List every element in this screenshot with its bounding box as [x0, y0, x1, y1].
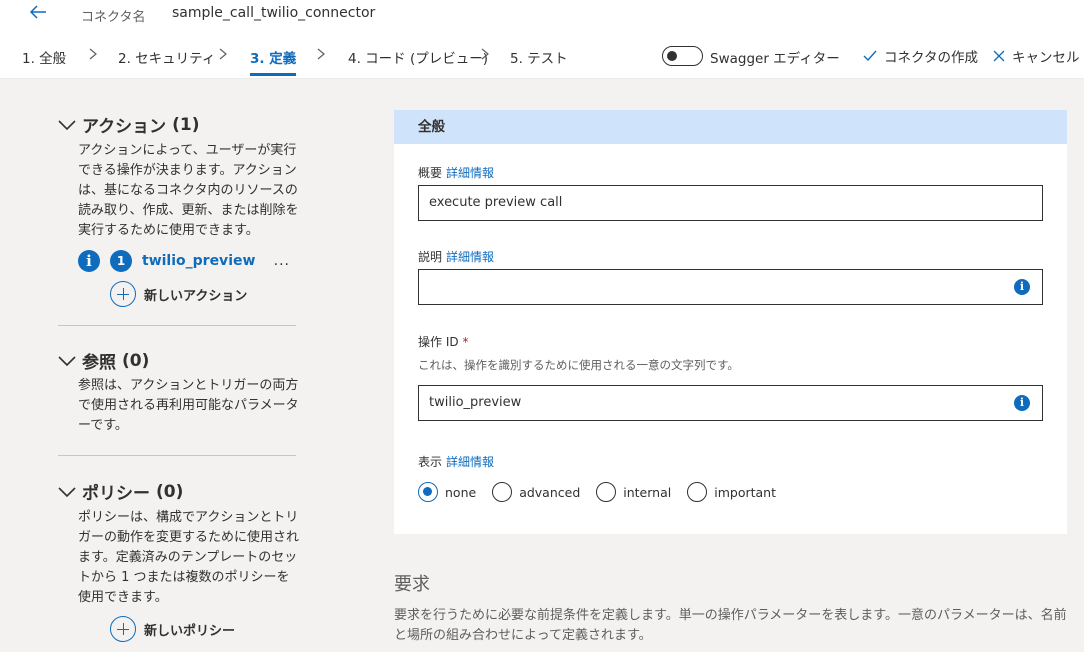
request-section-title: 要求: [394, 574, 430, 595]
references-section-header[interactable]: 参照 (0): [58, 348, 149, 373]
visibility-label-text: 表示: [418, 455, 443, 469]
swagger-editor-toggle[interactable]: [662, 46, 703, 66]
chevron-down-icon: [58, 486, 76, 497]
active-tab-indicator: [250, 73, 296, 76]
radio-selected-icon: [418, 482, 438, 502]
operation-id-label-text: 操作 ID: [418, 335, 459, 349]
action-item[interactable]: i 1 twilio_preview ...: [78, 250, 290, 272]
cancel-label: キャンセル: [1012, 50, 1080, 66]
references-count: (0): [122, 350, 150, 371]
summary-learn-more-link[interactable]: 詳細情報: [446, 166, 494, 180]
connector-name-label: コネクタ名: [81, 10, 146, 25]
general-card: 全般 概要 詳細情報 execute preview call 説明 詳細情報 i …: [394, 110, 1067, 534]
actions-description: アクションによって、ユーザーが実行できる操作が決まります。アクションは、基になる…: [78, 143, 299, 238]
tab-definition[interactable]: 3. 定義: [250, 47, 296, 67]
action-name-link[interactable]: twilio_preview: [142, 253, 255, 269]
chevron-right-icon: [89, 48, 97, 60]
new-policy-label: 新しいポリシー: [144, 623, 236, 639]
description-label: 説明 詳細情報: [418, 248, 494, 265]
radio-unselected-icon: [596, 482, 617, 502]
tab-security[interactable]: 2. セキュリティ: [118, 47, 215, 67]
policies-count: (0): [156, 481, 184, 502]
actions-section-header[interactable]: アクション (1): [58, 112, 200, 137]
references-title: 参照: [82, 353, 116, 373]
operation-id-label: 操作 ID *: [418, 333, 468, 350]
summary-label-text: 概要: [418, 166, 443, 180]
radio-label: internal: [623, 484, 672, 500]
back-arrow-icon[interactable]: [28, 3, 48, 21]
new-action-label: 新しいアクション: [144, 288, 248, 304]
info-icon: i: [78, 250, 100, 272]
radio-label: important: [714, 484, 776, 500]
add-circle-icon: [110, 616, 136, 642]
visibility-radio-advanced[interactable]: advanced: [492, 482, 580, 502]
create-connector-button[interactable]: コネクタの作成: [862, 46, 978, 66]
visibility-radio-important[interactable]: important: [687, 482, 776, 502]
tab-code-preview[interactable]: 4. コード (プレビュー): [348, 47, 488, 67]
section-divider: [58, 455, 296, 456]
visibility-radio-none[interactable]: none: [418, 482, 476, 502]
summary-input[interactable]: execute preview call: [418, 185, 1043, 221]
swagger-editor-label: Swagger エディター: [710, 51, 840, 67]
card-header: 全般: [394, 110, 1067, 144]
chevron-down-icon: [58, 355, 76, 366]
visibility-label: 表示 詳細情報: [418, 453, 494, 470]
radio-unselected-icon: [687, 482, 708, 502]
chevron-right-icon: [317, 48, 325, 60]
top-bar: コネクタ名 sample_call_twilio_connector: [0, 0, 1084, 33]
description-label-text: 説明: [418, 250, 443, 264]
info-icon[interactable]: i: [1014, 279, 1030, 295]
visibility-radio-internal[interactable]: internal: [596, 482, 671, 502]
chevron-down-icon: [58, 119, 76, 130]
checkmark-icon: [863, 50, 877, 62]
description-input[interactable]: i: [418, 269, 1043, 305]
info-icon[interactable]: i: [1014, 395, 1030, 411]
visibility-learn-more-link[interactable]: 詳細情報: [446, 455, 494, 469]
chevron-right-icon: [481, 48, 489, 60]
tab-general[interactable]: 1. 全般: [22, 47, 66, 67]
radio-label: none: [445, 484, 477, 500]
actions-count: (1): [172, 114, 200, 135]
policies-section-header[interactable]: ポリシー (0): [58, 479, 183, 504]
actions-title: アクション: [82, 117, 167, 137]
close-icon: [993, 50, 1005, 62]
operation-id-input-value: twilio_preview: [429, 395, 522, 410]
visibility-radio-group: none advanced internal important: [418, 482, 792, 502]
action-number-badge: 1: [110, 250, 132, 272]
policies-description: ポリシーは、構成でアクションとトリガーの動作を変更するために使用されます。定義済…: [78, 510, 300, 605]
cancel-button[interactable]: キャンセル: [992, 46, 1080, 66]
policies-title: ポリシー: [82, 484, 150, 504]
new-policy-button[interactable]: 新しいポリシー: [110, 616, 235, 642]
connector-name-value: sample_call_twilio_connector: [172, 5, 376, 21]
required-marker: *: [462, 335, 469, 349]
section-divider: [58, 325, 296, 326]
description-learn-more-link[interactable]: 詳細情報: [446, 250, 494, 264]
radio-label: advanced: [519, 484, 581, 500]
references-description: 参照は、アクションとトリガーの両方で使用される再利用可能なパラメーターです。: [78, 378, 299, 433]
add-circle-icon: [110, 281, 136, 307]
radio-unselected-icon: [492, 482, 513, 502]
operation-id-help: これは、操作を識別するために使用される一意の文字列です。: [418, 358, 739, 372]
new-action-button[interactable]: 新しいアクション: [110, 281, 247, 307]
summary-label: 概要 詳細情報: [418, 164, 494, 181]
request-section-description: 要求を行うために必要な前提条件を定義します。単一の操作パラメーターを表します。一…: [394, 608, 1067, 643]
tab-test[interactable]: 5. テスト: [510, 47, 568, 67]
create-connector-label: コネクタの作成: [884, 50, 978, 66]
more-options-icon[interactable]: ...: [274, 253, 290, 269]
operation-id-input[interactable]: twilio_preview i: [418, 385, 1043, 421]
chevron-right-icon: [219, 48, 227, 60]
